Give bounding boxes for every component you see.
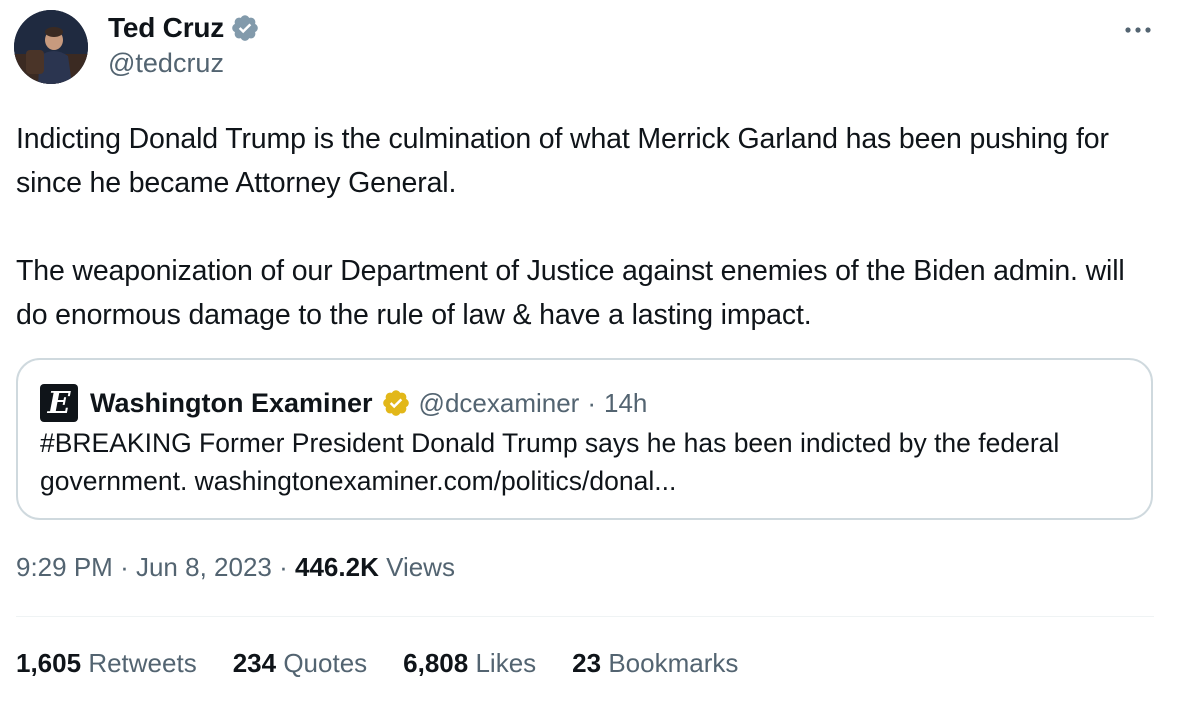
- stat-label: Quotes: [283, 648, 368, 678]
- engagement-stats: 1,605 Retweets 234 Quotes 6,808 Likes 23…: [16, 648, 738, 679]
- stat-count: 6,808: [403, 648, 469, 678]
- tweet-paragraph: The weaponization of our Department of J…: [16, 255, 1125, 331]
- stat-label: Retweets: [88, 648, 197, 678]
- tweet-meta: 9:29 PM · Jun 8, 2023 · 446.2K Views: [16, 552, 455, 583]
- tweet-text: Indicting Donald Trump is the culminatio…: [16, 117, 1156, 337]
- author-display-name[interactable]: Ted Cruz: [108, 12, 224, 44]
- quoted-avatar: E: [40, 384, 78, 422]
- stat-count: 1,605: [16, 648, 82, 678]
- tweet-paragraph: Indicting Donald Trump is the culminatio…: [16, 123, 1109, 199]
- stat-count: 234: [232, 648, 277, 678]
- stat-label: Bookmarks: [608, 648, 739, 678]
- quoted-display-name: Washington Examiner: [90, 387, 373, 418]
- stat-likes[interactable]: 6,808 Likes: [403, 648, 536, 679]
- separator-dot: ·: [120, 552, 129, 582]
- tweet-time[interactable]: 9:29 PM: [16, 552, 113, 582]
- quoted-link[interactable]: washingtonexaminer.com/politics/donal...: [195, 466, 677, 496]
- author-name-row: Ted Cruz: [108, 12, 260, 44]
- stat-count: 23: [572, 648, 602, 678]
- separator-dot: ·: [587, 387, 597, 418]
- quoted-tweet[interactable]: E Washington Examiner @dcexaminer · 14h …: [16, 358, 1153, 520]
- stat-quotes[interactable]: 234 Quotes: [233, 648, 367, 679]
- divider: [16, 616, 1154, 617]
- quoted-tweet-text: #BREAKING Former President Donald Trump …: [40, 424, 1130, 500]
- quoted-tweet-header: E Washington Examiner @dcexaminer · 14h: [40, 384, 647, 422]
- profile-photo-icon: [14, 10, 88, 84]
- quoted-timestamp: 14h: [604, 387, 648, 418]
- stat-retweets[interactable]: 1,605 Retweets: [16, 648, 197, 679]
- quoted-handle: @dcexaminer: [418, 387, 580, 418]
- separator-dot: ·: [279, 552, 288, 582]
- stat-bookmarks[interactable]: 23 Bookmarks: [572, 648, 738, 679]
- stat-label: Likes: [475, 648, 537, 678]
- views-label: Views: [386, 552, 455, 582]
- author-handle[interactable]: @tedcruz: [108, 48, 224, 79]
- more-options-button[interactable]: [1120, 16, 1156, 44]
- verified-gold-badge-icon: [382, 390, 409, 416]
- avatar[interactable]: [14, 10, 88, 84]
- more-horizontal-icon: [1125, 27, 1151, 33]
- views-count: 446.2K: [295, 552, 379, 582]
- verified-badge-icon: [232, 15, 258, 41]
- tweet-date[interactable]: Jun 8, 2023: [136, 552, 272, 582]
- tweet-card: Ted Cruz @tedcruz Indicting Donald Trump…: [0, 0, 1180, 702]
